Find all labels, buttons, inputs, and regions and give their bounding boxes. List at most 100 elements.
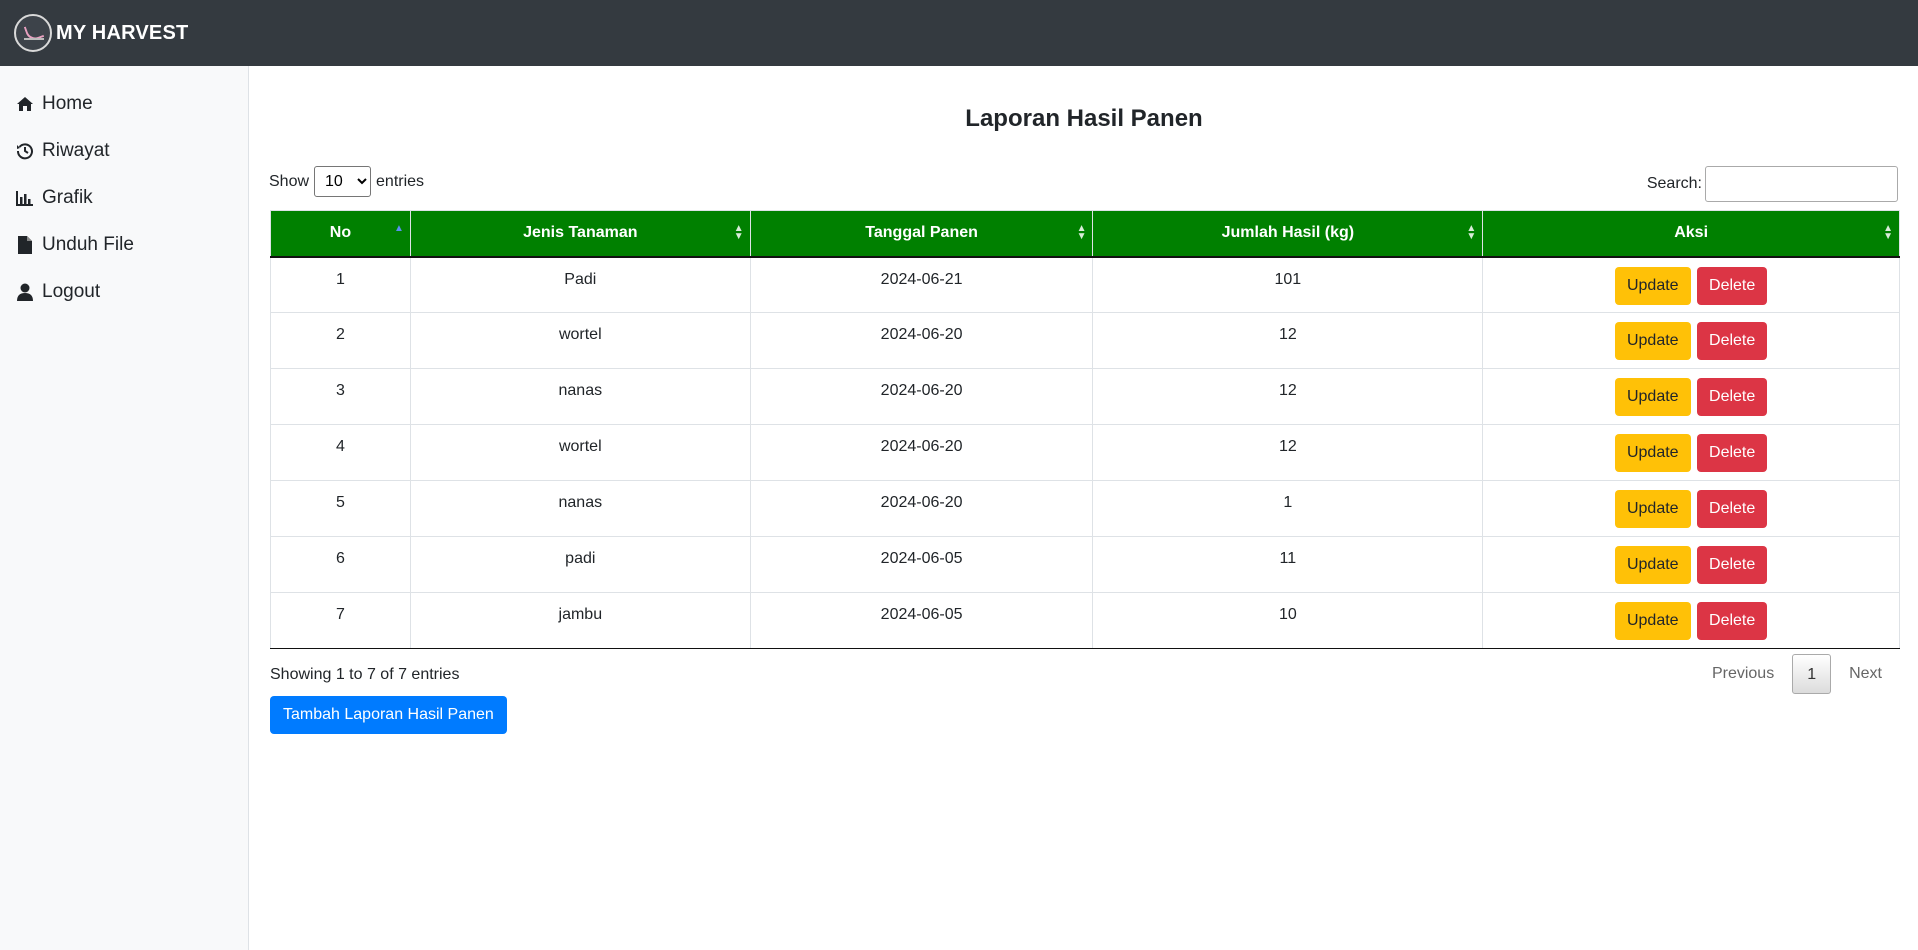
delete-button[interactable]: Delete bbox=[1697, 546, 1768, 584]
pagination: Previous 1 Next bbox=[1696, 654, 1898, 694]
cell-tanggal: 2024-06-20 bbox=[749, 480, 1094, 537]
entries-length-control: Show 10 entries bbox=[269, 166, 424, 197]
update-button[interactable]: Update bbox=[1614, 434, 1691, 472]
home-icon bbox=[15, 94, 35, 114]
cell-no: 3 bbox=[270, 368, 411, 425]
sidebar-item-grafik[interactable]: Grafik bbox=[0, 174, 248, 221]
table-row: 1 Padi 2024-06-21 101 Update Delete bbox=[270, 256, 1900, 313]
cell-jenis: nanas bbox=[409, 368, 751, 425]
cell-no: 6 bbox=[270, 536, 411, 593]
cell-no: 1 bbox=[270, 256, 411, 313]
delete-button[interactable]: Delete bbox=[1697, 378, 1768, 416]
cell-jenis: wortel bbox=[409, 312, 751, 369]
top-navbar: MY HARVEST bbox=[0, 0, 1918, 66]
table-row: 6 padi 2024-06-05 11 Update Delete bbox=[270, 536, 1900, 593]
cell-jumlah: 12 bbox=[1092, 312, 1484, 369]
cell-jenis: Padi bbox=[409, 256, 751, 313]
table-row: 5 nanas 2024-06-20 1 Update Delete bbox=[270, 480, 1900, 537]
sort-icon: ▲ bbox=[394, 223, 404, 234]
cell-aksi: Update Delete bbox=[1482, 592, 1900, 649]
cell-jumlah: 1 bbox=[1092, 480, 1484, 537]
cell-tanggal: 2024-06-05 bbox=[749, 536, 1094, 593]
cell-tanggal: 2024-06-20 bbox=[749, 368, 1094, 425]
search-input[interactable] bbox=[1705, 166, 1898, 202]
logo-icon[interactable] bbox=[14, 14, 52, 52]
sort-icon: ▲ ▼ bbox=[1466, 223, 1477, 242]
table-row: 3 nanas 2024-06-20 12 Update Delete bbox=[270, 368, 1900, 425]
cell-tanggal: 2024-06-21 bbox=[749, 256, 1094, 313]
file-icon bbox=[15, 235, 35, 255]
table-info: Showing 1 to 7 of 7 entries bbox=[270, 666, 460, 683]
cell-no: 2 bbox=[270, 312, 411, 369]
delete-button[interactable]: Delete bbox=[1697, 602, 1768, 640]
sidebar-item-riwayat[interactable]: Riwayat bbox=[0, 127, 248, 174]
harvest-table: No ▲ Jenis Tanaman ▲ ▼ Tanggal Panen ▲ ▼ Juml… bbox=[270, 210, 1900, 649]
sidebar-item-label: Unduh File bbox=[42, 233, 134, 255]
table-header-row: No ▲ Jenis Tanaman ▲ ▼ Tanggal Panen ▲ ▼ Juml… bbox=[270, 210, 1900, 258]
sort-icon: ▲ ▼ bbox=[1883, 223, 1893, 242]
cell-aksi: Update Delete bbox=[1482, 312, 1900, 369]
sidebar: Home Riwayat Grafik Unduh File Logout bbox=[0, 66, 249, 950]
add-report-button[interactable]: Tambah Laporan Hasil Panen bbox=[270, 696, 507, 734]
update-button[interactable]: Update bbox=[1614, 546, 1691, 584]
brand-name[interactable]: MY HARVEST bbox=[56, 22, 188, 45]
page-1-button[interactable]: 1 bbox=[1792, 654, 1832, 694]
sidebar-item-logout[interactable]: Logout bbox=[0, 268, 248, 315]
column-header-jumlah-hasil[interactable]: Jumlah Hasil (kg) ▲ ▼ bbox=[1092, 210, 1484, 258]
cell-tanggal: 2024-06-05 bbox=[749, 592, 1094, 649]
cell-aksi: Update Delete bbox=[1482, 368, 1900, 425]
delete-button[interactable]: Delete bbox=[1697, 266, 1768, 305]
update-button[interactable]: Update bbox=[1614, 378, 1691, 416]
cell-jenis: wortel bbox=[409, 424, 751, 481]
cell-no: 5 bbox=[270, 480, 411, 537]
previous-page-button[interactable]: Previous bbox=[1696, 654, 1790, 694]
column-header-jenis-tanaman[interactable]: Jenis Tanaman ▲ ▼ bbox=[409, 210, 751, 258]
cell-aksi: Update Delete bbox=[1482, 424, 1900, 481]
chart-icon bbox=[15, 188, 35, 208]
entries-select[interactable]: 10 bbox=[314, 166, 372, 197]
cell-jenis: padi bbox=[409, 536, 751, 593]
cell-tanggal: 2024-06-20 bbox=[749, 312, 1094, 369]
update-button[interactable]: Update bbox=[1614, 322, 1691, 360]
update-button[interactable]: Update bbox=[1614, 490, 1691, 528]
table-row: 7 jambu 2024-06-05 10 Update Delete bbox=[270, 592, 1900, 649]
cell-jumlah: 10 bbox=[1092, 592, 1484, 649]
column-header-aksi[interactable]: Aksi ▲ ▼ bbox=[1482, 210, 1900, 258]
table-row: 4 wortel 2024-06-20 12 Update Delete bbox=[270, 424, 1900, 481]
sort-icon: ▲ ▼ bbox=[733, 223, 744, 242]
sort-icon: ▲ ▼ bbox=[1076, 223, 1087, 242]
history-icon bbox=[15, 141, 35, 161]
show-label: Show bbox=[269, 172, 310, 190]
cell-jenis: nanas bbox=[409, 480, 751, 537]
sidebar-item-label: Home bbox=[42, 92, 93, 114]
page-title: Laporan Hasil Panen bbox=[965, 105, 1203, 132]
delete-button[interactable]: Delete bbox=[1697, 434, 1768, 472]
delete-button[interactable]: Delete bbox=[1697, 322, 1768, 360]
user-icon bbox=[15, 282, 35, 302]
sidebar-item-unduh-file[interactable]: Unduh File bbox=[0, 221, 248, 268]
column-header-tanggal-panen[interactable]: Tanggal Panen ▲ ▼ bbox=[749, 210, 1094, 258]
sidebar-item-label: Logout bbox=[42, 280, 101, 302]
table-row: 2 wortel 2024-06-20 12 Update Delete bbox=[270, 312, 1900, 369]
cell-no: 7 bbox=[270, 592, 411, 649]
update-button[interactable]: Update bbox=[1614, 602, 1691, 640]
main-content: Laporan Hasil Panen Show 10 entries Sear… bbox=[250, 66, 1918, 950]
sidebar-item-label: Grafik bbox=[42, 186, 93, 208]
cell-jumlah: 12 bbox=[1092, 424, 1484, 481]
search-control: Search: bbox=[1647, 166, 1898, 202]
delete-button[interactable]: Delete bbox=[1697, 490, 1768, 528]
search-label: Search: bbox=[1646, 175, 1702, 192]
sidebar-item-home[interactable]: Home bbox=[0, 80, 248, 127]
cell-tanggal: 2024-06-20 bbox=[749, 424, 1094, 481]
next-page-button[interactable]: Next bbox=[1833, 654, 1898, 694]
update-button[interactable]: Update bbox=[1614, 266, 1691, 305]
cell-aksi: Update Delete bbox=[1482, 256, 1900, 313]
cell-aksi: Update Delete bbox=[1482, 536, 1900, 593]
cell-aksi: Update Delete bbox=[1482, 480, 1900, 537]
cell-jumlah: 12 bbox=[1092, 368, 1484, 425]
sidebar-item-label: Riwayat bbox=[42, 139, 110, 161]
entries-label: entries bbox=[376, 172, 425, 190]
cell-jumlah: 101 bbox=[1092, 256, 1484, 313]
column-header-no[interactable]: No ▲ bbox=[270, 210, 411, 258]
cell-no: 4 bbox=[270, 424, 411, 481]
